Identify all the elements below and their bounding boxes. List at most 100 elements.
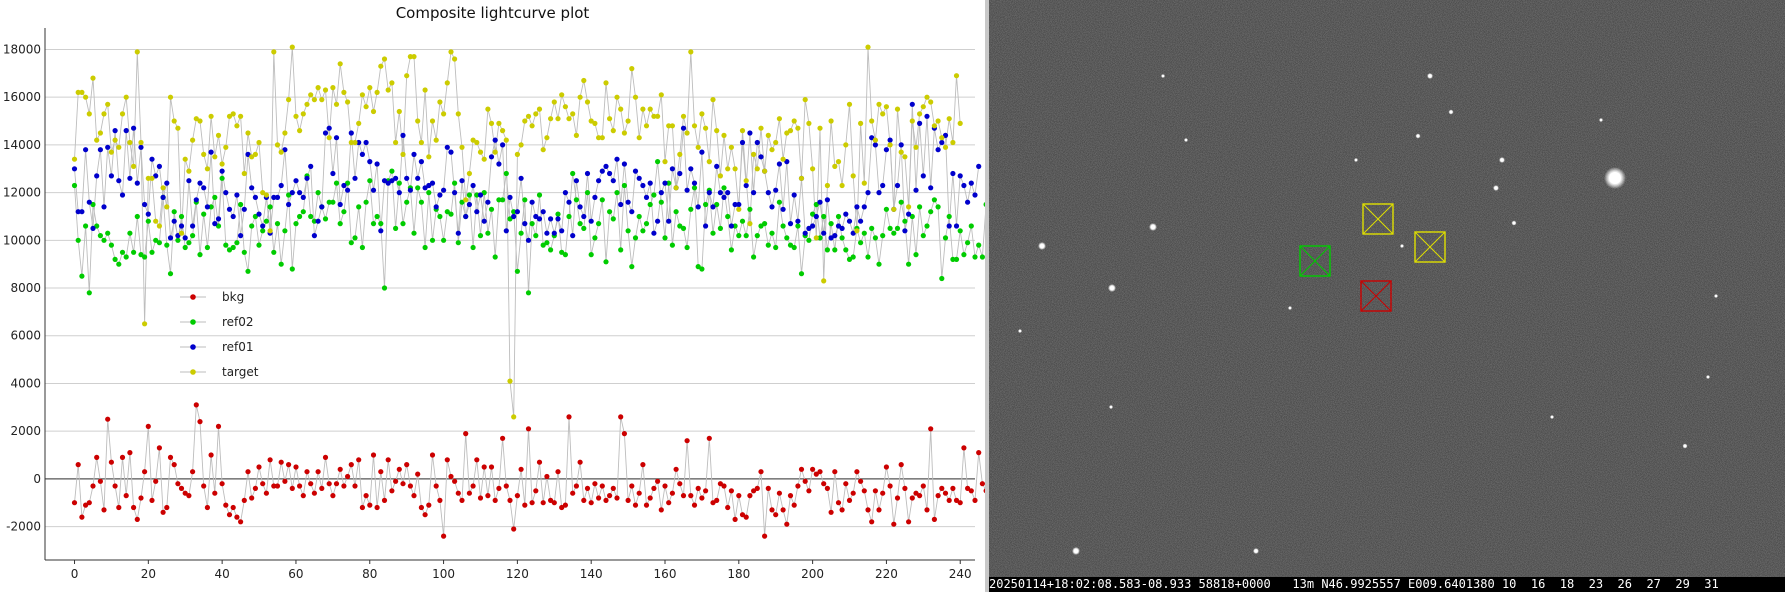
data-point (422, 87, 428, 93)
data-point (872, 235, 879, 241)
data-point (968, 223, 974, 229)
data-point (835, 213, 842, 220)
data-point (802, 230, 808, 236)
y-tick-label: 8000 (10, 281, 41, 295)
star-core (1161, 74, 1165, 78)
data-point (86, 111, 92, 117)
data-point (832, 163, 838, 169)
data-point (370, 187, 377, 193)
data-point (883, 464, 890, 470)
data-point (429, 118, 436, 124)
data-point (721, 483, 727, 489)
data-point (252, 485, 258, 491)
data-point (651, 192, 657, 198)
data-point (86, 199, 92, 205)
y-tick-label: 18000 (3, 42, 41, 56)
data-point (643, 502, 650, 508)
data-point (97, 233, 103, 239)
sky-image-panel[interactable]: 20250114+18:02:08.583-08.933 58818+0000 … (989, 0, 1785, 592)
data-point (208, 113, 214, 119)
data-point (411, 54, 417, 60)
data-point (337, 466, 343, 472)
data-point (581, 213, 587, 220)
data-point (378, 63, 384, 69)
data-point (898, 199, 904, 205)
data-point (363, 104, 369, 110)
data-point (573, 197, 580, 203)
data-point (437, 99, 443, 105)
data-point (466, 201, 472, 208)
data-point (94, 137, 100, 143)
data-point (529, 199, 535, 205)
data-point (326, 125, 332, 131)
data-point (887, 137, 893, 143)
data-point (673, 185, 679, 191)
y-tick-label: 2000 (10, 424, 41, 438)
data-point (164, 180, 170, 186)
data-point (97, 478, 103, 484)
x-tick-label: 80 (362, 567, 377, 581)
data-point (950, 170, 956, 177)
data-point (108, 242, 114, 248)
data-point (278, 149, 284, 155)
data-point (555, 116, 561, 122)
data-point (577, 204, 583, 210)
data-point (156, 240, 162, 246)
data-point (182, 244, 188, 251)
data-point (429, 237, 436, 243)
data-point (404, 462, 410, 468)
data-point (437, 497, 443, 503)
legend-marker (190, 344, 196, 350)
data-point (894, 225, 901, 231)
data-point (282, 130, 288, 136)
data-point (97, 147, 103, 153)
data-point (374, 213, 380, 220)
data-point (215, 216, 222, 222)
data-point (703, 488, 709, 494)
data-point (393, 225, 399, 231)
data-point (378, 228, 384, 234)
data-point (418, 199, 424, 205)
data-point (680, 113, 687, 119)
data-point (466, 490, 472, 496)
data-point (378, 221, 384, 227)
data-point (976, 163, 982, 169)
data-point (514, 209, 521, 215)
data-point (186, 178, 192, 184)
data-point (488, 464, 495, 470)
data-point (393, 139, 399, 146)
data-point (946, 497, 952, 503)
data-point (500, 128, 506, 134)
data-point (747, 130, 753, 136)
data-point (134, 213, 140, 220)
star-core (1254, 549, 1258, 553)
data-point (832, 233, 838, 239)
star-core (1109, 285, 1115, 291)
data-point (278, 182, 284, 189)
legend-label-ref02: ref02 (222, 315, 254, 329)
star-core (1500, 158, 1504, 162)
data-point (703, 201, 709, 208)
data-point (555, 469, 561, 475)
data-point (787, 221, 794, 227)
data-point (164, 504, 170, 511)
data-point (909, 118, 915, 124)
data-point (821, 481, 827, 487)
data-point (289, 190, 295, 196)
data-point (769, 507, 775, 513)
data-point (725, 166, 731, 172)
data-point (536, 192, 543, 198)
data-point (843, 481, 849, 487)
data-point (739, 139, 746, 146)
data-point (621, 182, 628, 189)
data-point (928, 99, 934, 105)
x-tick-label: 0 (71, 567, 79, 581)
data-point (695, 204, 701, 210)
data-point (883, 147, 890, 153)
data-point (503, 170, 509, 177)
sky-image[interactable] (989, 0, 1785, 577)
data-point (297, 190, 303, 196)
data-point (459, 497, 465, 503)
data-point (201, 211, 207, 217)
data-point (647, 201, 653, 208)
